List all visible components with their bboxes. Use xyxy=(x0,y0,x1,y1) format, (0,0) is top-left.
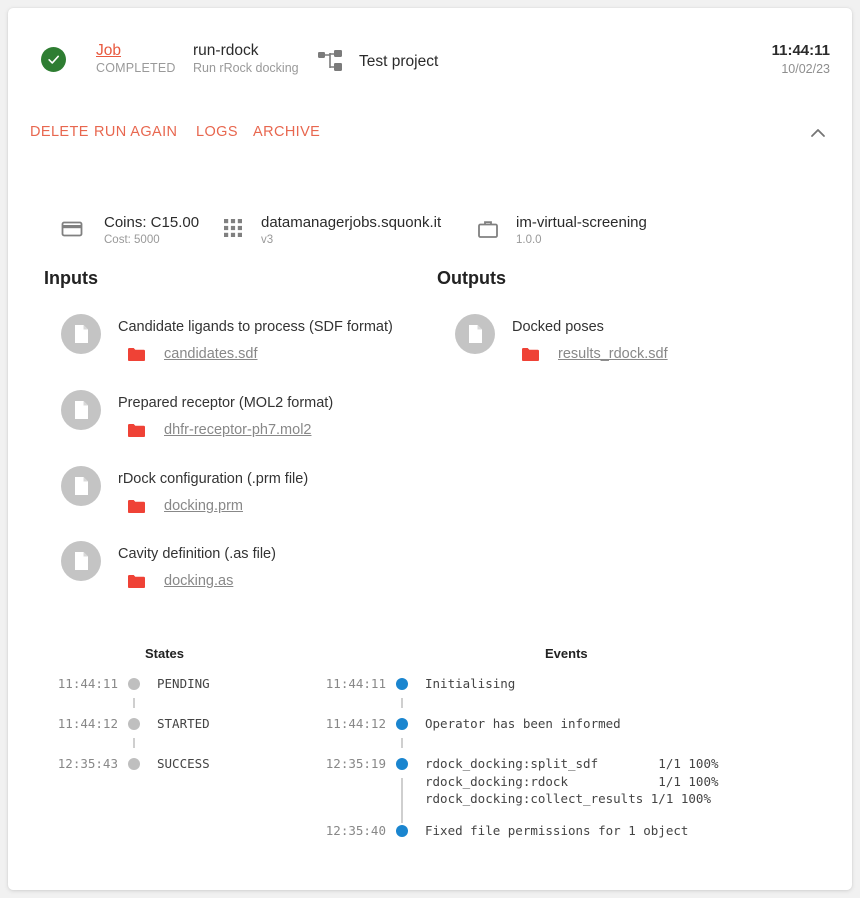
input-file-row: docking.as xyxy=(128,573,233,589)
event-dot xyxy=(396,678,408,690)
job-name-block: run-rdock Run rRock docking xyxy=(193,41,299,77)
event-text: Fixed file permissions for 1 object xyxy=(425,823,689,838)
input-file-row: candidates.sdf xyxy=(128,346,258,362)
state-text: SUCCESS xyxy=(157,756,210,771)
input-file-row: dhfr-receptor-ph7.mol2 xyxy=(128,422,312,438)
check-circle-icon xyxy=(41,47,66,72)
coins-value: Coins: C15.00 xyxy=(104,214,200,231)
input-file-link[interactable]: docking.as xyxy=(164,573,233,589)
state-text: STARTED xyxy=(157,716,210,731)
output-file-row: results_rdock.sdf xyxy=(522,346,668,362)
timeline-connector xyxy=(401,698,403,708)
delete-action[interactable]: DELETE xyxy=(30,124,89,140)
event-time: 12:35:19 xyxy=(325,756,386,771)
job-status-label: COMPLETED xyxy=(96,61,176,75)
file-document-icon xyxy=(61,466,101,506)
grid-apps-icon xyxy=(222,217,246,241)
states-title: States xyxy=(145,646,185,661)
job-description: Run rRock docking xyxy=(193,61,299,75)
timeline-connector xyxy=(133,738,135,748)
archive-action[interactable]: ARCHIVE xyxy=(253,124,320,140)
job-meta-row: Coins: C15.00 Cost: 5000 datamanagerjobs… xyxy=(8,213,852,258)
input-label: rDock configuration (.prm file) xyxy=(118,471,309,487)
timeline-connector xyxy=(401,738,403,748)
chevron-up-icon[interactable] xyxy=(809,126,829,142)
service-host: datamanagerjobs.squonk.it xyxy=(261,214,442,231)
event-time: 12:35:40 xyxy=(325,823,386,838)
file-document-icon xyxy=(61,314,101,354)
state-dot xyxy=(128,678,140,690)
state-dot xyxy=(128,758,140,770)
folder-icon xyxy=(128,499,145,513)
event-time: 11:44:11 xyxy=(325,676,386,691)
folder-icon xyxy=(128,574,145,588)
folder-icon xyxy=(522,347,539,361)
job-type-block: Job COMPLETED xyxy=(96,41,176,77)
logs-action[interactable]: LOGS xyxy=(196,124,238,140)
job-timestamp-block: 11:44:11 10/02/23 xyxy=(772,41,830,77)
input-file-link[interactable]: docking.prm xyxy=(164,498,243,514)
credit-card-icon xyxy=(60,217,84,241)
timeline-connector xyxy=(401,778,403,823)
service-version: v3 xyxy=(261,234,274,246)
state-text: PENDING xyxy=(157,676,210,691)
file-document-icon xyxy=(61,541,101,581)
input-file-link[interactable]: candidates.sdf xyxy=(164,346,258,362)
project-hierarchy-icon xyxy=(318,50,344,72)
input-label: Cavity definition (.as file) xyxy=(118,546,276,562)
timeline-connector xyxy=(133,698,135,708)
event-dot xyxy=(396,718,408,730)
input-label: Candidate ligands to process (SDF format… xyxy=(118,319,393,335)
job-date: 10/02/23 xyxy=(781,62,830,76)
folder-icon xyxy=(128,347,145,361)
action-bar: DELETE RUN AGAIN LOGS ARCHIVE xyxy=(8,124,852,162)
collection-version: 1.0.0 xyxy=(516,234,542,246)
output-file-link[interactable]: results_rdock.sdf xyxy=(558,346,668,362)
input-file-row: docking.prm xyxy=(128,498,243,514)
file-document-icon xyxy=(61,390,101,430)
event-time: 11:44:12 xyxy=(325,716,386,731)
inputs-title: Inputs xyxy=(44,268,98,288)
job-type-link[interactable]: Job xyxy=(96,41,176,60)
job-detail-card: Job COMPLETED run-rdock Run rRock dockin… xyxy=(8,8,852,890)
folder-icon xyxy=(128,423,145,437)
output-label: Docked poses xyxy=(512,319,604,335)
events-title: Events xyxy=(545,646,588,661)
input-label: Prepared receptor (MOL2 format) xyxy=(118,395,334,411)
state-dot xyxy=(128,718,140,730)
state-time: 12:35:43 xyxy=(57,756,118,771)
event-dot xyxy=(396,758,408,770)
coins-cost: Cost: 5000 xyxy=(104,234,160,246)
job-header: Job COMPLETED run-rdock Run rRock dockin… xyxy=(8,8,852,108)
job-time: 11:44:11 xyxy=(771,42,830,59)
project-name: Test project xyxy=(359,53,439,70)
run-again-action[interactable]: RUN AGAIN xyxy=(94,124,177,140)
state-time: 11:44:12 xyxy=(57,716,118,731)
timeline: States 11:44:11 PENDING 11:44:12 STARTED… xyxy=(8,646,852,890)
outputs-title: Outputs xyxy=(437,268,506,288)
file-document-icon xyxy=(455,314,495,354)
event-text: Operator has been informed xyxy=(425,716,621,731)
event-text: Initialising xyxy=(425,676,516,691)
briefcase-icon xyxy=(476,217,500,241)
event-text: rdock_docking:split_sdf 1/1 100% rdock_d… xyxy=(425,756,719,806)
state-time: 11:44:11 xyxy=(57,676,118,691)
input-file-link[interactable]: dhfr-receptor-ph7.mol2 xyxy=(164,422,312,438)
job-name: run-rdock xyxy=(193,42,259,59)
collection-name: im-virtual-screening xyxy=(516,214,647,231)
event-dot xyxy=(396,825,408,837)
